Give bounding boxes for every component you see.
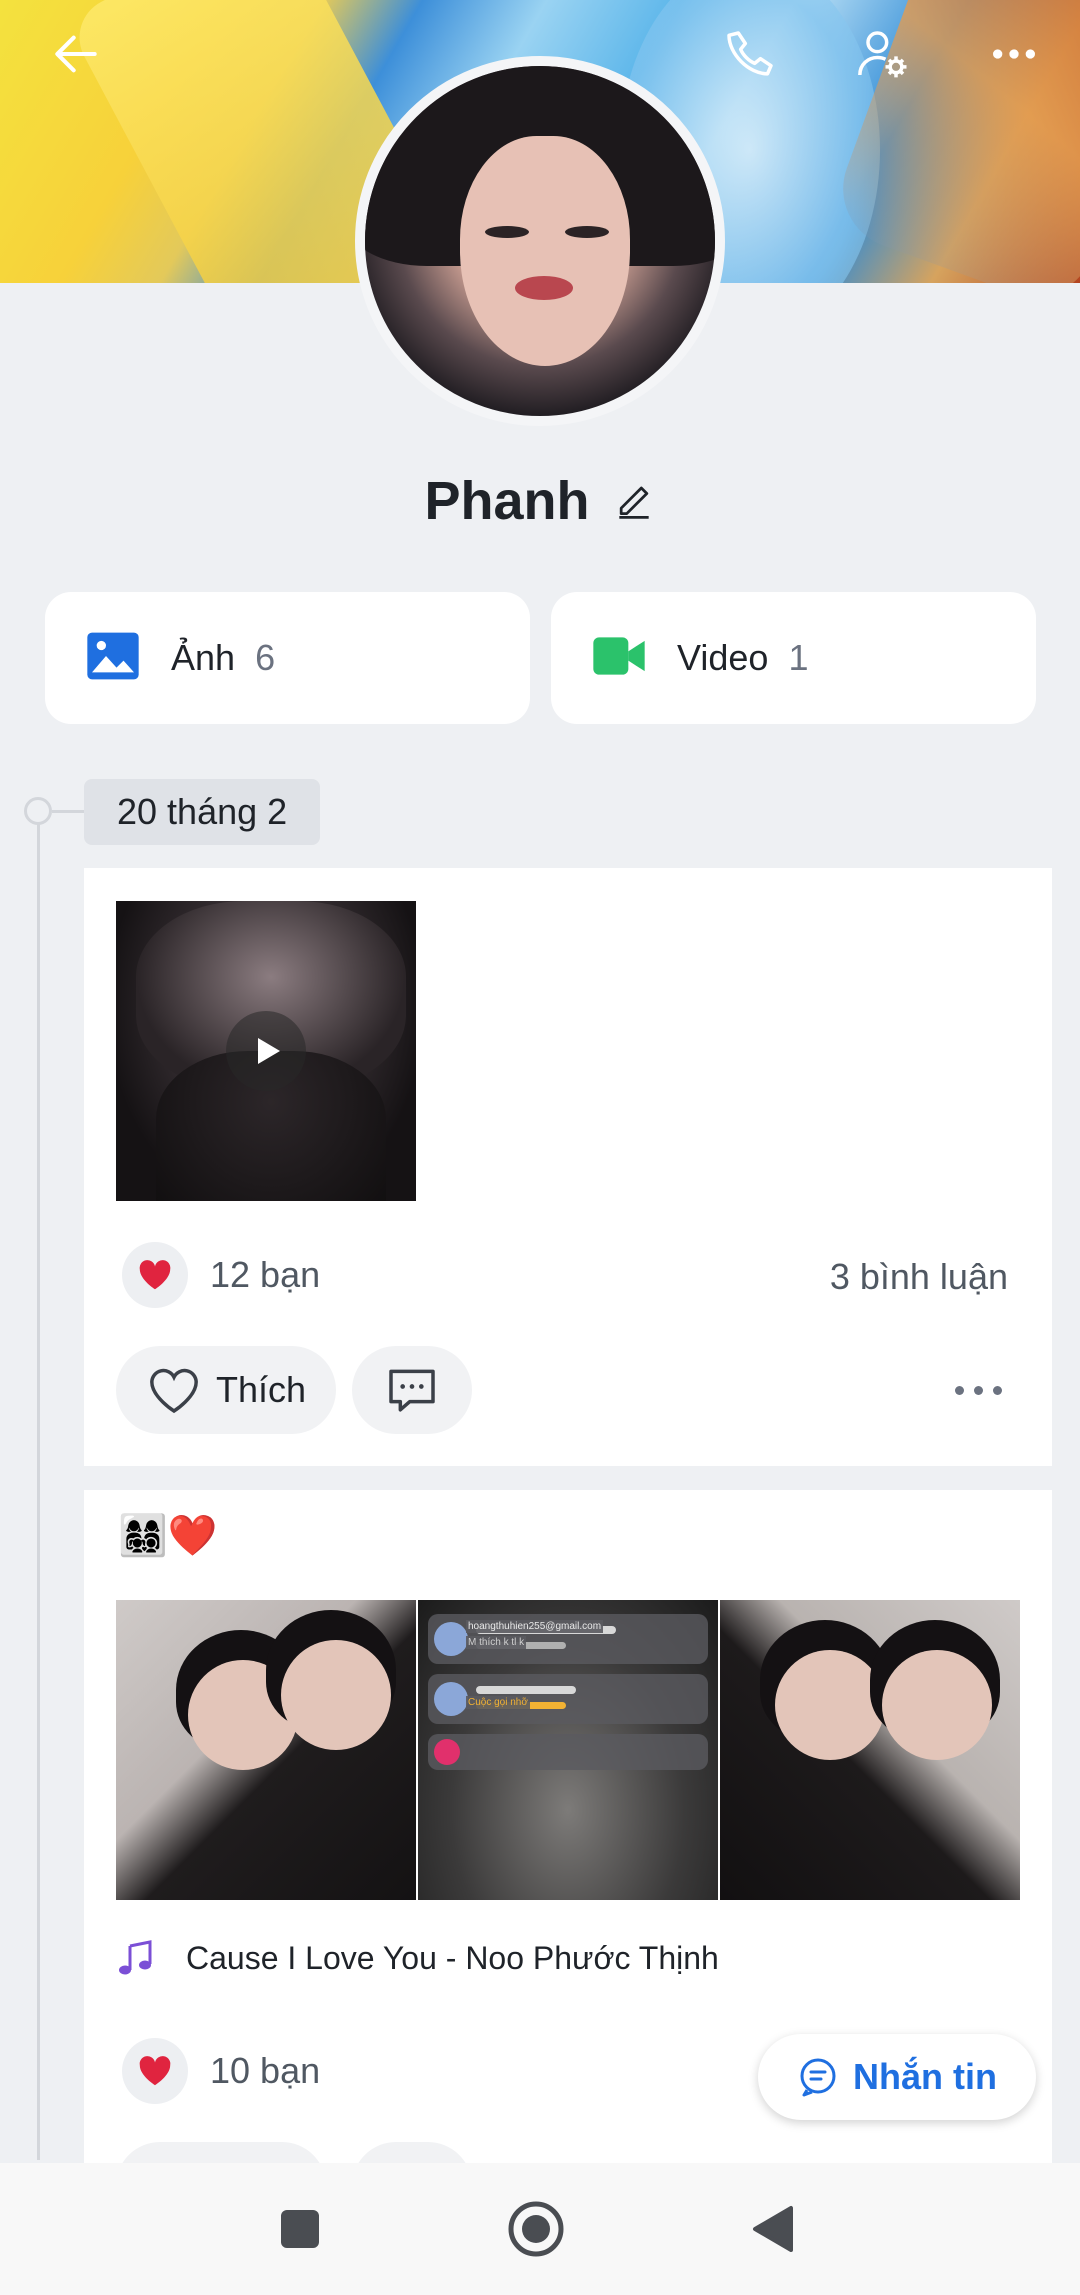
profile-avatar[interactable] — [355, 56, 725, 426]
play-icon[interactable] — [226, 1011, 306, 1091]
heart-reaction-icon — [122, 2038, 188, 2104]
post-photo-3[interactable] — [720, 1600, 1020, 1900]
status-text: 👩‍👩‍👧‍👦❤️ — [118, 1514, 218, 1558]
video-thumbnail[interactable] — [116, 901, 416, 1201]
videos-count: 1 — [788, 637, 809, 678]
phone-icon[interactable] — [718, 22, 782, 86]
photo-notification-text: Cuộc gọi nhỡ — [466, 1696, 530, 1709]
reaction-summary[interactable]: 12 bạn — [122, 1242, 320, 1308]
music-title: Cause I Love You - Noo Phước Thịnh — [186, 1939, 719, 1976]
timeline-line — [37, 810, 40, 2160]
reaction-count: 12 bạn — [210, 1254, 321, 1295]
profile-name: Phanh — [424, 471, 590, 531]
like-button[interactable]: Thích — [116, 1346, 336, 1434]
timeline-dot — [24, 797, 52, 825]
music-note-icon — [119, 1940, 152, 1975]
photos-tile[interactable]: Ảnh 6 — [45, 592, 530, 724]
back-arrow-icon[interactable] — [44, 22, 108, 86]
photo-notification-text: M thích k tl k — [466, 1636, 527, 1649]
chat-bubble-icon — [800, 2058, 836, 2097]
more-dots-icon[interactable] — [982, 22, 1046, 86]
send-message-button[interactable]: Nhắn tin — [758, 2034, 1036, 2120]
post-more-icon[interactable] — [955, 1386, 1002, 1395]
photos-label: Ảnh — [171, 637, 236, 678]
music-row[interactable]: Cause I Love You - Noo Phước Thịnh — [116, 1938, 719, 1978]
reaction-count-2: 10 bạn — [210, 2050, 321, 2091]
videos-label: Video — [677, 637, 769, 678]
profile-settings-icon[interactable] — [850, 22, 914, 86]
post-card-photos: 👩‍👩‍👧‍👦❤️ hoangthuhien255@gmail.com M thí… — [84, 1490, 1052, 2250]
profile-name-row: Phanh — [0, 470, 1080, 532]
post-card-video: 12 bạn 3 bình luận Thích — [84, 868, 1052, 1466]
comment-count[interactable]: 3 bình luận — [830, 1256, 1008, 1298]
edit-pencil-icon[interactable] — [612, 477, 656, 526]
home-circle-icon[interactable] — [504, 2197, 568, 2261]
post-photo-1[interactable] — [116, 1600, 416, 1900]
system-nav-bar — [0, 2163, 1080, 2295]
back-triangle-icon[interactable] — [742, 2197, 806, 2261]
recents-square-icon[interactable] — [268, 2197, 332, 2261]
post-photo-2[interactable]: hoangthuhien255@gmail.com M thích k tl k C… — [418, 1600, 718, 1900]
send-message-label: Nhắn tin — [853, 2056, 997, 2097]
photos-count: 6 — [255, 637, 276, 678]
like-label: Thích — [215, 1369, 307, 1410]
videos-tile[interactable]: Video 1 — [551, 592, 1036, 724]
timeline-tick — [52, 810, 84, 813]
photo-icon — [85, 628, 141, 689]
heart-reaction-icon — [122, 1242, 188, 1308]
timeline-date: 20 tháng 2 — [84, 779, 321, 845]
video-camera-icon — [591, 628, 647, 689]
photo-notification-text: hoangthuhien255@gmail.com — [466, 1620, 604, 1633]
comment-bubble-icon — [389, 1369, 435, 1412]
reaction-summary-2[interactable]: 10 bạn — [122, 2038, 320, 2104]
heart-outline-icon — [150, 1368, 198, 1414]
comment-button[interactable] — [352, 1346, 472, 1434]
